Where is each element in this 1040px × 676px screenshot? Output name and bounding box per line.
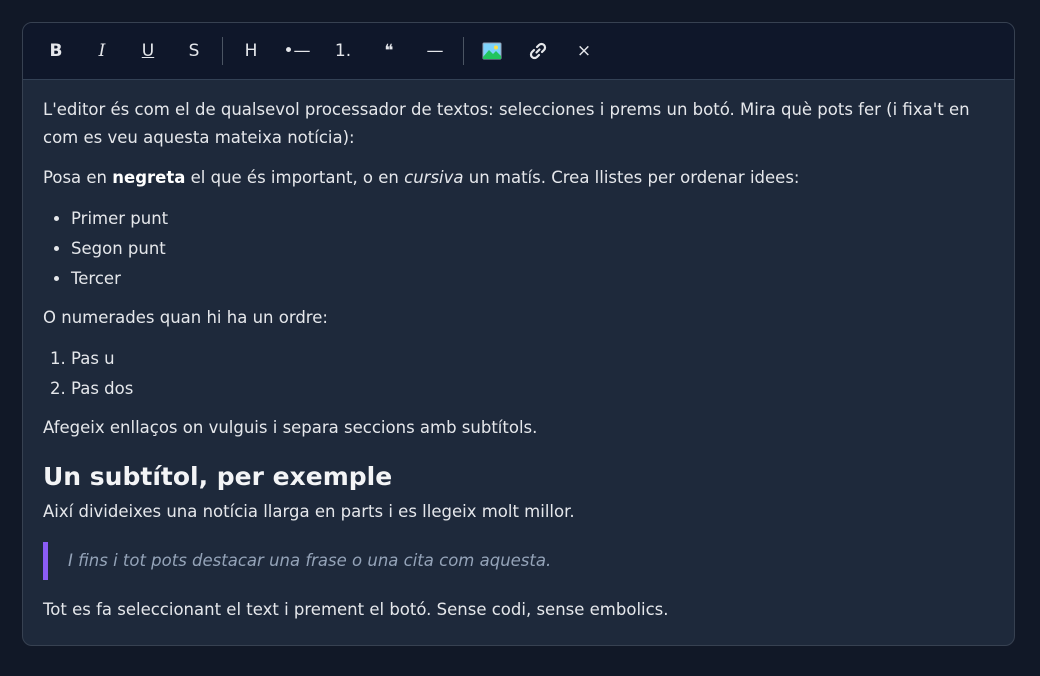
strikethrough-button[interactable]: S bbox=[171, 33, 217, 69]
links-paragraph: Afegeix enllaços on vulguis i separa sec… bbox=[43, 418, 538, 437]
list-item: Primer punt bbox=[71, 204, 994, 234]
link-icon[interactable] bbox=[515, 33, 561, 69]
bullet-list: Primer punt Segon punt Tercer bbox=[43, 204, 994, 294]
formatting-paragraph: Posa en negreta el que és important, o e… bbox=[43, 164, 994, 192]
numbered-list: Pas u Pas dos bbox=[43, 344, 994, 404]
list-item: Pas dos bbox=[71, 374, 994, 404]
clear-format-button[interactable]: × bbox=[561, 33, 607, 69]
bold-button[interactable]: B bbox=[33, 33, 79, 69]
toolbar-divider bbox=[463, 37, 464, 65]
heading-button[interactable]: H bbox=[228, 33, 274, 69]
list-item: Segon punt bbox=[71, 234, 994, 264]
numbered-intro-paragraph: O numerades quan hi ha un ordre: bbox=[43, 308, 328, 327]
ordered-list-button[interactable]: 1. bbox=[320, 33, 366, 69]
editor-toolbar: B I U S H •— 1. ❝ — × bbox=[23, 23, 1014, 80]
closing-paragraph: Tot es fa seleccionant el text i prement… bbox=[43, 600, 669, 619]
text-span: el que és important, o en bbox=[185, 168, 405, 187]
underline-button[interactable]: U bbox=[125, 33, 171, 69]
quote-button[interactable]: ❝ bbox=[366, 33, 412, 69]
image-icon[interactable] bbox=[469, 33, 515, 69]
horizontal-rule-button[interactable]: — bbox=[412, 33, 458, 69]
list-item: Pas u bbox=[71, 344, 994, 374]
intro-paragraph: L'editor és com el de qualsevol processa… bbox=[43, 100, 970, 147]
editor-content[interactable]: L'editor és com el de qualsevol processa… bbox=[23, 80, 1014, 624]
list-item: Tercer bbox=[71, 264, 994, 294]
toolbar-divider bbox=[222, 37, 223, 65]
text-span: Posa en bbox=[43, 168, 113, 187]
sections-paragraph: Així divideixes una notícia llarga en pa… bbox=[43, 502, 575, 521]
italic-text: cursiva bbox=[404, 168, 464, 187]
rich-text-editor: B I U S H •— 1. ❝ — × L'editor és com el… bbox=[22, 22, 1015, 646]
link-icon-svg bbox=[529, 42, 547, 60]
image-icon-svg bbox=[482, 42, 502, 60]
subtitle-heading: Un subtítol, per exemple bbox=[43, 462, 393, 491]
blockquote: I fins i tot pots destacar una frase o u… bbox=[43, 542, 994, 580]
bold-text: negreta bbox=[112, 168, 186, 187]
italic-button[interactable]: I bbox=[79, 33, 125, 69]
text-span: un matís. Crea llistes per ordenar idees… bbox=[463, 168, 800, 187]
bullet-list-button[interactable]: •— bbox=[274, 33, 320, 69]
